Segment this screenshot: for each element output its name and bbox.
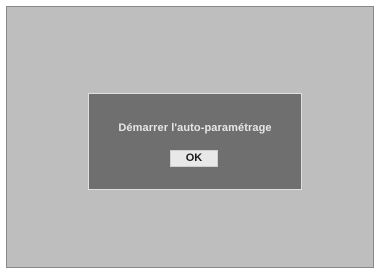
ok-button[interactable]: OK: [170, 150, 218, 167]
dialog-message: Démarrer l'auto-paramétrage: [118, 122, 272, 134]
screen-background: Démarrer l'auto-paramétrage OK: [6, 6, 374, 268]
auto-setup-dialog: Démarrer l'auto-paramétrage OK: [88, 93, 302, 190]
